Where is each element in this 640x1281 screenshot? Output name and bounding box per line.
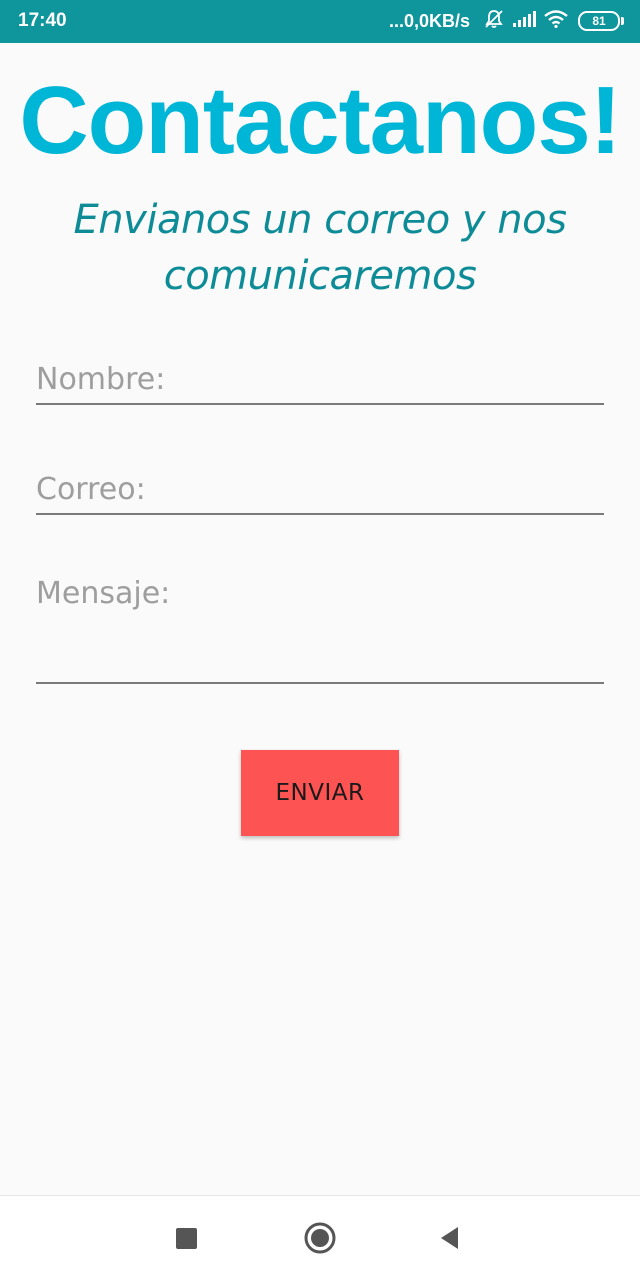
status-icons: ...0,0KB/s 81 bbox=[388, 9, 624, 34]
home-icon[interactable] bbox=[300, 1218, 340, 1258]
wifi-icon bbox=[544, 9, 568, 33]
recent-apps-icon[interactable] bbox=[166, 1218, 206, 1258]
correo-input[interactable] bbox=[36, 465, 604, 515]
enviar-button[interactable]: ENVIAR bbox=[241, 750, 399, 836]
signal-icon bbox=[512, 10, 536, 33]
mensaje-textarea[interactable] bbox=[36, 572, 604, 684]
page-title: Contactanos! bbox=[19, 67, 621, 174]
status-time: 17:40 bbox=[18, 10, 67, 31]
page-subtitle: Envianos un correo y nos comunicaremos bbox=[73, 197, 567, 299]
back-icon[interactable] bbox=[430, 1218, 470, 1258]
network-speed: ...0,0KB/s bbox=[388, 10, 470, 31]
battery-level: 81 bbox=[592, 14, 606, 28]
battery-icon: 81 bbox=[578, 11, 624, 31]
nombre-input[interactable] bbox=[36, 355, 604, 405]
bell-off-icon bbox=[484, 9, 504, 34]
status-bar: 17:40 ...0,0KB/s 81 bbox=[0, 0, 640, 43]
navigation-bar bbox=[0, 1195, 640, 1281]
